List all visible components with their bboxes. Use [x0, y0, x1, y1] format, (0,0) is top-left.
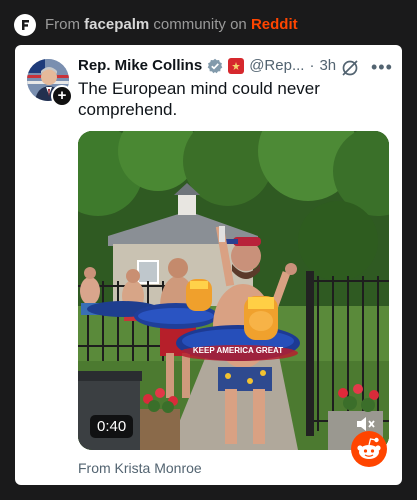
- video-frame: KEEP AMERICA GREAT: [78, 131, 389, 450]
- float-text: KEEP AMERICA GREAT: [193, 346, 283, 355]
- tweet-card[interactable]: + Rep. Mike Collins @Rep... · 3h ••• The…: [15, 45, 402, 485]
- author-handle[interactable]: @Rep...: [249, 57, 304, 74]
- flag-icon: [228, 57, 245, 74]
- dot-separator: ·: [309, 57, 315, 74]
- tweet-text: The European mind could never comprehend…: [78, 79, 320, 119]
- author-name[interactable]: Rep. Mike Collins: [78, 57, 202, 74]
- video-credit[interactable]: From Krista Monroe: [78, 460, 202, 476]
- grok-icon[interactable]: [340, 58, 360, 78]
- reddit-snoo-icon[interactable]: [351, 431, 387, 467]
- source-line: From facepalm community on Reddit: [45, 16, 298, 33]
- source-prefix: From: [45, 16, 85, 33]
- verified-badge-icon: [207, 58, 223, 73]
- f-logo-icon[interactable]: [14, 14, 36, 36]
- author-row: Rep. Mike Collins @Rep... · 3h: [78, 57, 336, 74]
- video-duration: 0:40: [90, 415, 134, 438]
- more-options-icon[interactable]: •••: [371, 57, 393, 78]
- post-time[interactable]: 3h: [319, 57, 336, 74]
- source-header: From facepalm community on Reddit: [0, 0, 417, 48]
- follow-plus-button[interactable]: +: [51, 85, 73, 107]
- community-name[interactable]: facepalm: [84, 16, 149, 33]
- source-middle: community on: [149, 16, 251, 33]
- video-player[interactable]: KEEP AMERICA GREAT 0:40: [78, 131, 389, 450]
- platform-name[interactable]: Reddit: [251, 16, 298, 33]
